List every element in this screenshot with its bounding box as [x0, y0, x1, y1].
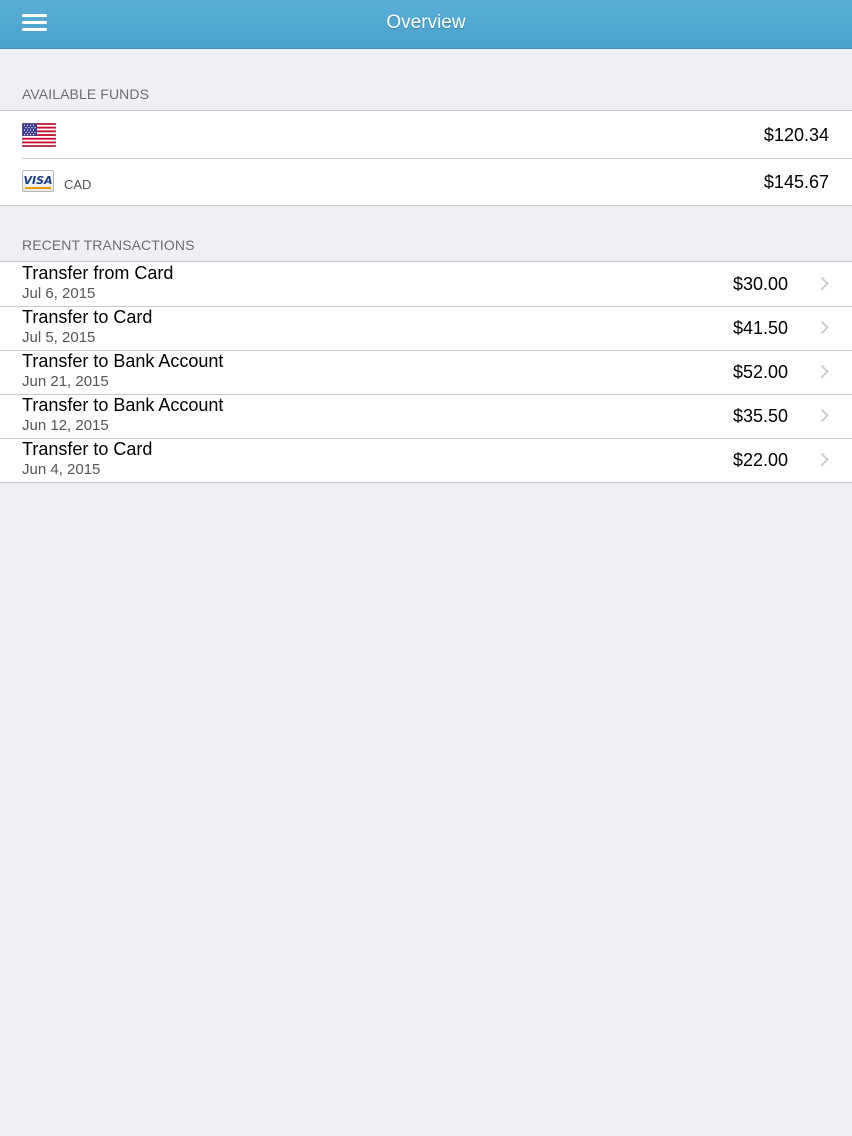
transaction-date: Jun 12, 2015: [22, 417, 109, 434]
us-flag-icon: [22, 123, 56, 147]
transaction-amount: $30.00: [732, 274, 788, 294]
chevron-right-icon: [820, 320, 829, 335]
available-funds-list: $120.34 VISA CAD $145.67: [0, 110, 852, 206]
transaction-title: Transfer to Card: [22, 439, 153, 459]
chevron-right-icon: [820, 276, 829, 291]
transaction-row[interactable]: Transfer from Card Jul 6, 2015 $30.00: [0, 262, 852, 306]
navigation-bar: Overview: [0, 0, 852, 49]
fund-row-usd: $120.34: [0, 111, 852, 158]
chevron-right-icon: [820, 408, 829, 423]
fund-row-cad: VISA CAD $145.67: [0, 158, 852, 205]
transaction-amount: $22.00: [732, 450, 788, 470]
transaction-amount: $41.50: [732, 318, 788, 338]
available-funds-header: AVAILABLE FUNDS: [22, 86, 150, 102]
transaction-date: Jul 6, 2015: [22, 285, 96, 302]
currency-label: CAD: [64, 177, 92, 192]
transaction-date: Jul 5, 2015: [22, 329, 96, 346]
chevron-right-icon: [820, 452, 829, 467]
transaction-row[interactable]: Transfer to Bank Account Jun 21, 2015 $5…: [0, 350, 852, 394]
transaction-title: Transfer to Card: [22, 307, 153, 327]
transaction-title: Transfer to Bank Account: [22, 395, 224, 415]
fund-amount: $120.34: [763, 125, 829, 145]
chevron-right-icon: [820, 364, 829, 379]
fund-amount: $145.67: [763, 172, 829, 192]
visa-card-icon: VISA: [22, 170, 54, 192]
transaction-title: Transfer to Bank Account: [22, 351, 224, 371]
transaction-date: Jun 21, 2015: [22, 373, 109, 390]
transaction-amount: $52.00: [732, 362, 788, 382]
transaction-title: Transfer from Card: [22, 263, 174, 283]
transaction-row[interactable]: Transfer to Card Jun 4, 2015 $22.00: [0, 438, 852, 482]
transaction-amount: $35.50: [732, 406, 788, 426]
transaction-row[interactable]: Transfer to Bank Account Jun 12, 2015 $3…: [0, 394, 852, 438]
transaction-row[interactable]: Transfer to Card Jul 5, 2015 $41.50: [0, 306, 852, 350]
recent-transactions-list: Transfer from Card Jul 6, 2015 $30.00 Tr…: [0, 261, 852, 483]
transaction-date: Jun 4, 2015: [22, 461, 101, 478]
recent-transactions-header: RECENT TRANSACTIONS: [22, 237, 195, 253]
page-title: Overview: [386, 12, 466, 33]
